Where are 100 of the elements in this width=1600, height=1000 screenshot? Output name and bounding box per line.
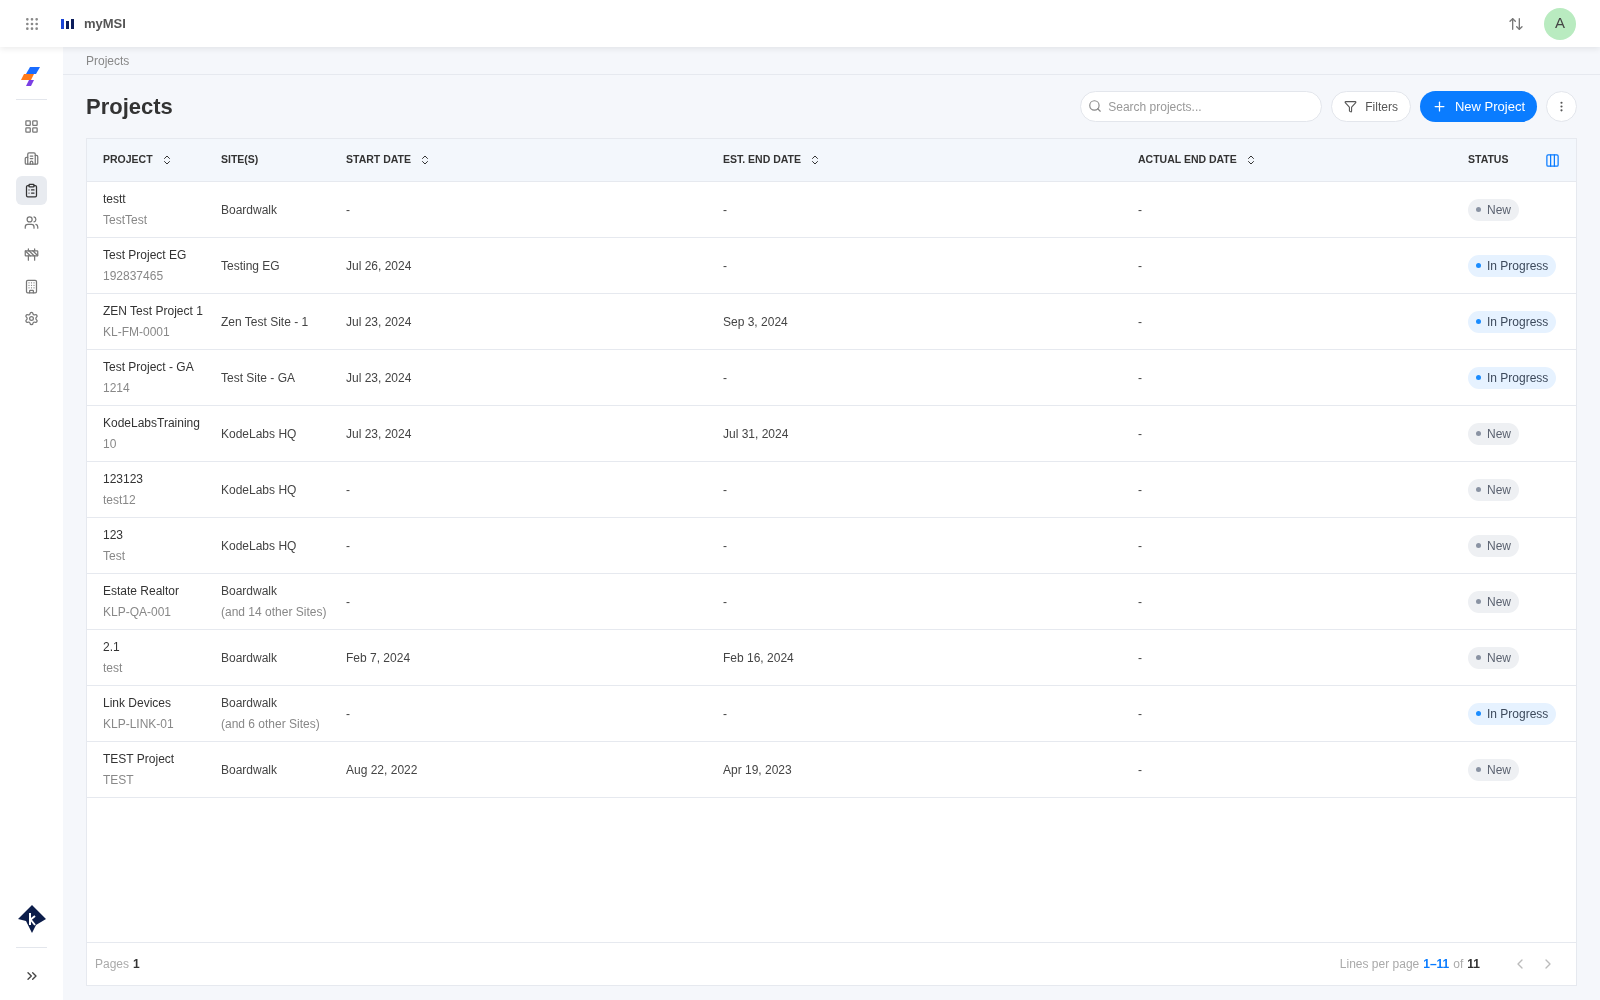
column-header[interactable]: PROJECT	[103, 152, 153, 168]
new-project-button[interactable]: New Project	[1419, 91, 1537, 122]
project-name[interactable]: 123	[103, 526, 221, 544]
project-code: test12	[103, 492, 137, 509]
status-badge: In Progress	[1468, 254, 1557, 277]
date-cell-text: -	[346, 593, 351, 611]
status-badge: New	[1468, 646, 1519, 669]
date-cell-text: -	[723, 369, 728, 387]
settings-icon	[24, 311, 39, 326]
status-badge: New	[1468, 478, 1519, 501]
other-sites-note: (and 6 other Sites)	[221, 716, 321, 733]
building-icon	[24, 279, 39, 294]
date-cell-text: -	[1138, 593, 1143, 611]
project-name[interactable]: KodeLabsTraining	[103, 414, 221, 432]
site-name: KodeLabs HQ	[221, 537, 298, 555]
site-name: Boardwalk	[221, 761, 279, 779]
column-header[interactable]: ACTUAL END DATE	[1138, 152, 1237, 168]
status-badge: In Progress	[1468, 702, 1557, 725]
project-code: 192837465	[103, 268, 165, 285]
site-name: Boardwalk	[221, 201, 279, 219]
grid-icon	[24, 119, 39, 134]
sort-arrows-icon[interactable]	[1508, 15, 1524, 32]
date-cell-text: -	[723, 537, 728, 555]
date-cell-text: -	[723, 593, 728, 611]
status-badge: In Progress	[1468, 366, 1557, 389]
date-cell-text: -	[1138, 649, 1143, 667]
app-name: myMSI	[84, 14, 126, 33]
plus-icon	[1431, 99, 1447, 114]
pages-label: Pages	[95, 956, 130, 973]
project-name[interactable]: TEST Project	[103, 750, 221, 768]
date-cell-text: Jul 31, 2024	[723, 425, 790, 443]
columns-icon[interactable]	[1545, 152, 1560, 168]
project-code: TestTest	[103, 212, 148, 229]
project-name[interactable]: 2.1	[103, 638, 221, 656]
date-cell-text: Aug 22, 2022	[346, 761, 419, 779]
clipboard-icon	[24, 183, 39, 198]
project-name[interactable]: ZEN Test Project 1	[103, 302, 221, 320]
date-cell-text: Apr 19, 2023	[723, 761, 793, 779]
column-header[interactable]: START DATE	[346, 152, 411, 168]
project-name[interactable]: 123123	[103, 470, 221, 488]
date-cell-text: -	[1138, 313, 1143, 331]
date-cell-text: -	[1138, 481, 1143, 499]
column-header[interactable]: EST. END DATE	[723, 152, 801, 168]
date-cell-text: Feb 7, 2024	[346, 649, 412, 667]
status-badge: New	[1468, 534, 1519, 557]
range-selector[interactable]: 1–11	[1423, 955, 1450, 973]
project-name[interactable]: Estate Realtor	[103, 582, 221, 600]
date-cell-text: Jul 23, 2024	[346, 313, 413, 331]
date-cell-text: -	[723, 705, 728, 723]
project-code: test	[103, 660, 124, 677]
filter-icon	[1344, 100, 1358, 113]
site-name: Test Site - GA	[221, 369, 297, 387]
buildings-icon	[24, 151, 39, 166]
page-title: Projects	[86, 93, 173, 121]
project-name[interactable]: Test Project - GA	[103, 358, 221, 376]
site-name: KodeLabs HQ	[221, 481, 298, 499]
project-name[interactable]: Test Project EG	[103, 246, 221, 264]
date-cell-text: -	[1138, 369, 1143, 387]
project-code: 10	[103, 436, 118, 453]
date-cell-text: Jul 23, 2024	[346, 369, 413, 387]
date-cell-text: -	[346, 537, 351, 555]
people-icon	[24, 215, 39, 230]
date-cell-text: -	[1138, 537, 1143, 555]
of-label: of	[1453, 956, 1464, 973]
date-cell-text: Jul 26, 2024	[346, 257, 413, 275]
status-badge: New	[1468, 590, 1519, 613]
user-avatar[interactable]: A	[1544, 7, 1576, 40]
sort-icon[interactable]	[809, 154, 821, 166]
total-count: 11	[1467, 956, 1480, 973]
search-field[interactable]: Search projects...	[1080, 91, 1323, 122]
date-cell-text: Jul 23, 2024	[346, 425, 413, 443]
status-badge: In Progress	[1468, 310, 1557, 333]
site-name: Zen Test Site - 1	[221, 313, 310, 331]
date-cell-text: -	[1138, 257, 1143, 275]
site-name: Boardwalk	[221, 649, 279, 667]
search-icon	[1088, 99, 1103, 113]
column-header: SITE(S)	[221, 152, 259, 168]
project-name[interactable]: testt	[103, 190, 221, 208]
date-cell-text: -	[346, 201, 351, 219]
date-cell-text: Feb 16, 2024	[723, 649, 795, 667]
project-code: KLP-LINK-01	[103, 716, 175, 733]
lines-per-page-label: Lines per page	[1339, 956, 1420, 973]
site-name: Boardwalk	[221, 583, 279, 600]
sidebar-item[interactable]	[16, 176, 47, 205]
site-name: Testing EG	[221, 257, 281, 275]
project-code: Test	[103, 548, 126, 565]
date-cell-text: -	[346, 705, 351, 723]
project-name[interactable]: Link Devices	[103, 694, 221, 712]
column-header: STATUS	[1468, 152, 1509, 168]
date-cell-text: -	[1138, 201, 1143, 219]
status-badge: New	[1468, 758, 1519, 781]
date-cell-text: -	[1138, 761, 1143, 779]
filters-button[interactable]: Filters	[1331, 91, 1411, 122]
apps-grid-icon[interactable]	[24, 15, 40, 32]
project-code: KL-FM-0001	[103, 324, 171, 341]
page-count: 1	[133, 956, 140, 973]
date-cell-text: -	[1138, 705, 1143, 723]
status-badge: New	[1468, 422, 1519, 445]
site-name: KodeLabs HQ	[221, 425, 298, 443]
date-cell-text: -	[346, 481, 351, 499]
